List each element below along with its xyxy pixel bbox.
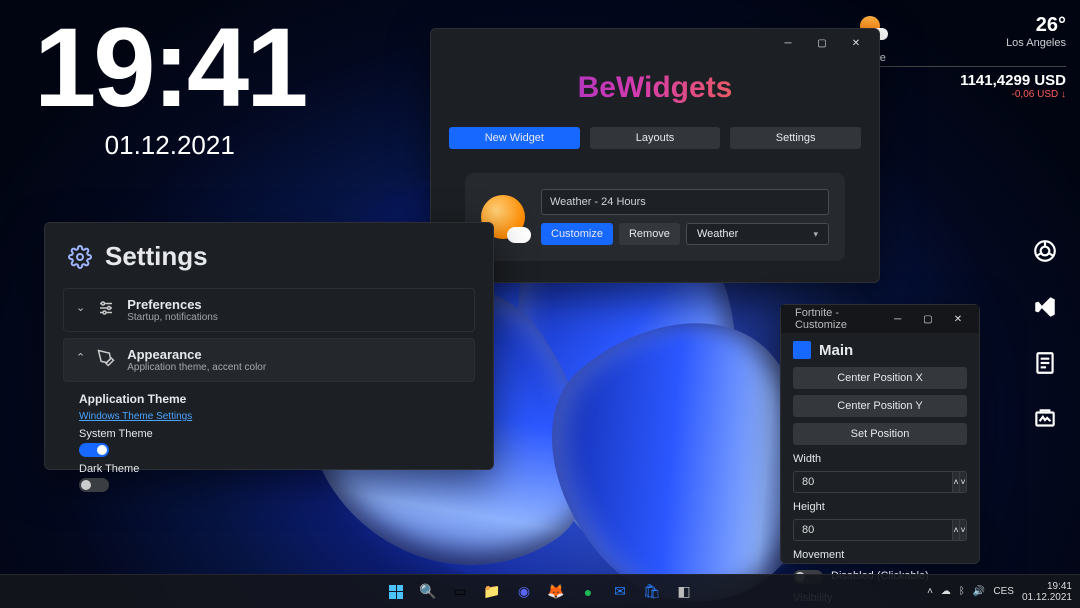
discord-icon[interactable]: ◉ (511, 579, 537, 605)
taskbar: 🔍 ▭ 📁 ◉ 🦊 ● ✉ 🛍 ◧ ˄ ☁ ᛒ 🔊 CES 19:41 01.1… (0, 574, 1080, 608)
store-icon[interactable]: 🛍 (639, 579, 665, 605)
height-down-button[interactable]: ˅ (960, 519, 967, 541)
main-icon (793, 341, 811, 359)
widget-name-input[interactable]: Weather - 24 Hours (541, 189, 829, 215)
tray-time: 19:41 (1022, 581, 1072, 592)
explorer-icon[interactable]: 📁 (479, 579, 505, 605)
movement-label: Movement (793, 549, 967, 561)
preferences-item[interactable]: ⌄ Preferences Startup, notifications (63, 288, 475, 332)
clock-time: 19:41 (34, 12, 305, 124)
sliders-icon (97, 299, 115, 322)
windows-theme-link[interactable]: Windows Theme Settings (79, 411, 192, 422)
stock-delta: -0,06 USD ↓ (960, 89, 1066, 100)
tray-cloud-icon[interactable]: ☁ (941, 586, 951, 597)
layouts-button[interactable]: Layouts (590, 127, 721, 149)
bewidgets-window: ─ ▢ ✕ BeWidgets New Widget Layouts Setti… (430, 28, 880, 283)
tray-language[interactable]: CES (993, 586, 1014, 597)
clock-date: 01.12.2021 (34, 130, 305, 161)
customize-button[interactable]: Customize (541, 223, 613, 245)
settings-window: Settings ⌄ Preferences Startup, notifica… (44, 222, 494, 470)
spotify-icon[interactable]: ● (575, 579, 601, 605)
center-x-button[interactable]: Center Position X (793, 367, 967, 389)
chevron-down-icon: ⌄ (76, 301, 85, 314)
new-widget-button[interactable]: New Widget (449, 127, 580, 149)
app-rail (1024, 230, 1066, 440)
height-up-button[interactable]: ˄ (953, 519, 960, 541)
height-label: Height (793, 501, 967, 513)
window-maximize-button[interactable]: ▢ (805, 32, 839, 54)
tray-date: 01.12.2021 (1022, 592, 1072, 603)
firefox-icon[interactable]: 🦊 (543, 579, 569, 605)
window-minimize-button[interactable]: ─ (883, 308, 913, 330)
window-close-button[interactable]: ✕ (943, 308, 973, 330)
chrome-shortcut-icon[interactable] (1024, 230, 1066, 272)
task-view-icon[interactable]: ▭ (447, 579, 473, 605)
tray-volume-icon[interactable]: 🔊 (973, 586, 985, 597)
remove-button[interactable]: Remove (619, 223, 680, 245)
window-minimize-button[interactable]: ─ (771, 32, 805, 54)
search-icon[interactable]: 🔍 (415, 579, 441, 605)
widget-card: Weather - 24 Hours Customize Remove Weat… (465, 173, 845, 261)
appearance-subtitle: Application theme, accent color (127, 362, 266, 373)
height-input-row: ˄ ˅ (793, 519, 967, 541)
widget-type-select[interactable]: Weather ▾ (686, 223, 829, 245)
preferences-title: Preferences (127, 297, 218, 312)
tray-bluetooth-icon[interactable]: ᛒ (959, 586, 965, 597)
clock-widget[interactable]: 19:41 01.12.2021 (34, 12, 305, 161)
window-maximize-button[interactable]: ▢ (913, 308, 943, 330)
dark-theme-toggle[interactable] (79, 478, 109, 492)
tray-chevron-icon[interactable]: ˄ (927, 586, 933, 597)
settings-title: Settings (105, 241, 208, 272)
bewidgets-logo: BeWidgets (431, 71, 879, 105)
customize-window: Fortnite - Customize ─ ▢ ✕ Main Center P… (780, 304, 980, 564)
temperature-value: 26° (946, 14, 1066, 37)
width-up-button[interactable]: ˄ (953, 471, 960, 493)
chevron-up-icon: ⌃ (76, 351, 85, 364)
width-input[interactable] (793, 471, 953, 493)
select-value: Weather (697, 228, 738, 240)
desktop: 19:41 01.12.2021 Haze 26° Los Angeles TS… (0, 0, 1080, 608)
system-theme-toggle[interactable] (79, 443, 109, 457)
application-theme-header: Application Theme (79, 392, 459, 406)
appearance-title: Appearance (127, 347, 266, 362)
window-close-button[interactable]: ✕ (839, 32, 873, 54)
temperature-widget[interactable]: 26° Los Angeles (946, 14, 1066, 64)
tray-clock[interactable]: 19:41 01.12.2021 (1022, 581, 1072, 603)
system-tray[interactable]: ˄ ☁ ᛒ 🔊 CES 19:41 01.12.2021 (927, 581, 1072, 603)
notes-shortcut-icon[interactable] (1024, 342, 1066, 384)
window-titlebar[interactable]: Fortnite - Customize ─ ▢ ✕ (781, 305, 979, 333)
gear-icon (67, 244, 93, 270)
chevron-down-icon: ▾ (813, 229, 818, 240)
width-label: Width (793, 453, 967, 465)
center-y-button[interactable]: Center Position Y (793, 395, 967, 417)
start-button[interactable] (383, 579, 409, 605)
dark-theme-label: Dark Theme (79, 463, 459, 475)
stock-price: 1141,4299 USD (960, 72, 1066, 89)
window-title: Fortnite - Customize (787, 307, 883, 331)
height-input[interactable] (793, 519, 953, 541)
weather-location: Los Angeles (946, 37, 1066, 49)
brush-icon (97, 349, 115, 372)
app-shortcut-icon[interactable] (1024, 398, 1066, 440)
appearance-section: Application Theme Windows Theme Settings… (45, 388, 493, 502)
width-input-row: ˄ ˅ (793, 471, 967, 493)
visual-studio-shortcut-icon[interactable] (1024, 286, 1066, 328)
system-theme-label: System Theme (79, 428, 459, 440)
set-position-button[interactable]: Set Position (793, 423, 967, 445)
window-titlebar[interactable]: ─ ▢ ✕ (431, 29, 879, 57)
main-heading: Main (819, 342, 853, 359)
preferences-subtitle: Startup, notifications (127, 312, 218, 323)
mail-icon[interactable]: ✉ (607, 579, 633, 605)
bewidgets-icon[interactable]: ◧ (671, 579, 697, 605)
appearance-item[interactable]: ⌃ Appearance Application theme, accent c… (63, 338, 475, 382)
settings-button[interactable]: Settings (730, 127, 861, 149)
width-down-button[interactable]: ˅ (960, 471, 967, 493)
